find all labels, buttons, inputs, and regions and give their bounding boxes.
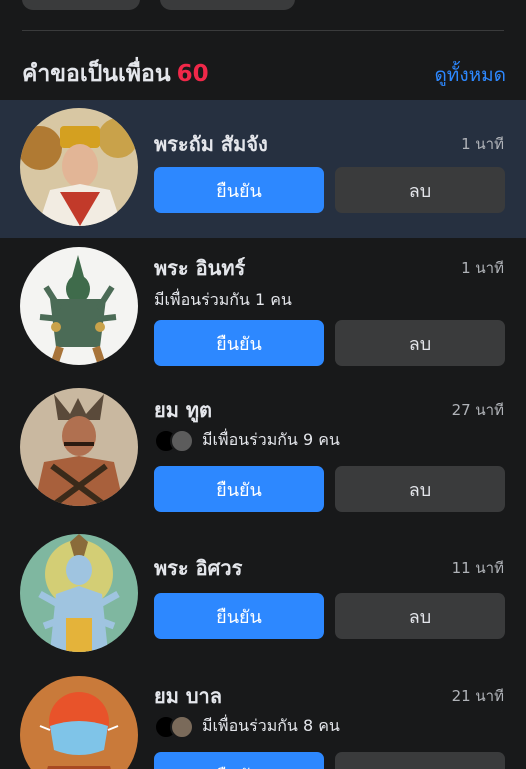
avatar-shiva-icon xyxy=(20,534,138,652)
filter-pill[interactable] xyxy=(160,0,295,10)
avatar-monk-icon xyxy=(20,108,138,226)
mutual-friends-text: มีเพื่อนร่วมกัน 1 คน xyxy=(154,290,292,309)
top-filter-bar xyxy=(0,0,526,14)
confirm-button[interactable]: ยืนยัน xyxy=(154,593,324,639)
mutual-friends-text: มีเพื่อนร่วมกัน 9 คน xyxy=(202,430,340,449)
request-name[interactable]: ยม บาล xyxy=(154,680,222,712)
avatar-masked-guard-icon xyxy=(20,676,138,769)
mutual-avatars xyxy=(154,714,194,739)
confirm-button[interactable]: ยืนยัน xyxy=(154,752,324,769)
mutual-friends-text: มีเพื่อนร่วมกัน 8 คน xyxy=(202,716,340,735)
request-time: 27 นาที xyxy=(451,401,504,419)
avatar[interactable] xyxy=(20,108,138,226)
delete-button[interactable]: ลบ xyxy=(335,320,505,366)
avatar[interactable] xyxy=(20,388,138,506)
mutual-avatar xyxy=(170,428,194,453)
delete-button[interactable]: ลบ xyxy=(335,752,505,769)
friend-request-item: พระ อินทร์ 1 นาที มีเพื่อนร่วมกัน 1 คน ย… xyxy=(0,238,526,378)
section-title: คำขอเป็นเพื่อน 60 xyxy=(22,56,209,92)
mutual-friends: มีเพื่อนร่วมกัน 1 คน xyxy=(154,288,292,313)
delete-button[interactable]: ลบ xyxy=(335,593,505,639)
request-name[interactable]: ยม ทูต xyxy=(154,394,212,426)
request-time: 1 นาที xyxy=(461,135,504,153)
divider xyxy=(22,30,504,31)
confirm-button[interactable]: ยืนยัน xyxy=(154,466,324,512)
request-time: 21 นาที xyxy=(451,687,504,705)
friend-request-item: พระ อิศวร 11 นาที ยืนยัน ลบ xyxy=(0,528,526,672)
delete-button[interactable]: ลบ xyxy=(335,466,505,512)
avatar[interactable] xyxy=(20,247,138,365)
friend-request-item: ยม บาล 21 นาที มีเพื่อนร่วมกัน 8 คน ยืนย… xyxy=(0,672,526,769)
mutual-friends: มีเพื่อนร่วมกัน 8 คน xyxy=(154,714,340,739)
mutual-avatar xyxy=(170,714,194,739)
request-count-badge: 60 xyxy=(176,61,209,87)
confirm-button[interactable]: ยืนยัน xyxy=(154,167,324,213)
section-title-text: คำขอเป็นเพื่อน xyxy=(22,61,171,87)
avatar[interactable] xyxy=(20,676,138,769)
request-name[interactable]: พระถัม สัมจัง xyxy=(154,128,268,160)
avatar[interactable] xyxy=(20,534,138,652)
request-time: 11 นาที xyxy=(451,559,504,577)
avatar-yama-messenger-icon xyxy=(20,388,138,506)
friend-request-item: ยม ทูต 27 นาที มีเพื่อนร่วมกัน 9 คน ยืนย… xyxy=(0,378,526,528)
request-name[interactable]: พระ อินทร์ xyxy=(154,252,245,284)
see-all-link[interactable]: ดูทั้งหมด xyxy=(434,60,506,90)
avatar-indra-icon xyxy=(20,247,138,365)
friend-requests-header: คำขอเป็นเพื่อน 60 ดูทั้งหมด xyxy=(22,54,506,90)
mutual-friends: มีเพื่อนร่วมกัน 9 คน xyxy=(154,428,340,453)
request-time: 1 นาที xyxy=(461,259,504,277)
filter-pill[interactable] xyxy=(22,0,140,10)
delete-button[interactable]: ลบ xyxy=(335,167,505,213)
confirm-button[interactable]: ยืนยัน xyxy=(154,320,324,366)
request-name[interactable]: พระ อิศวร xyxy=(154,552,242,584)
friend-request-item: พระถัม สัมจัง 1 นาที ยืนยัน ลบ xyxy=(0,100,526,238)
mutual-avatars xyxy=(154,428,194,453)
